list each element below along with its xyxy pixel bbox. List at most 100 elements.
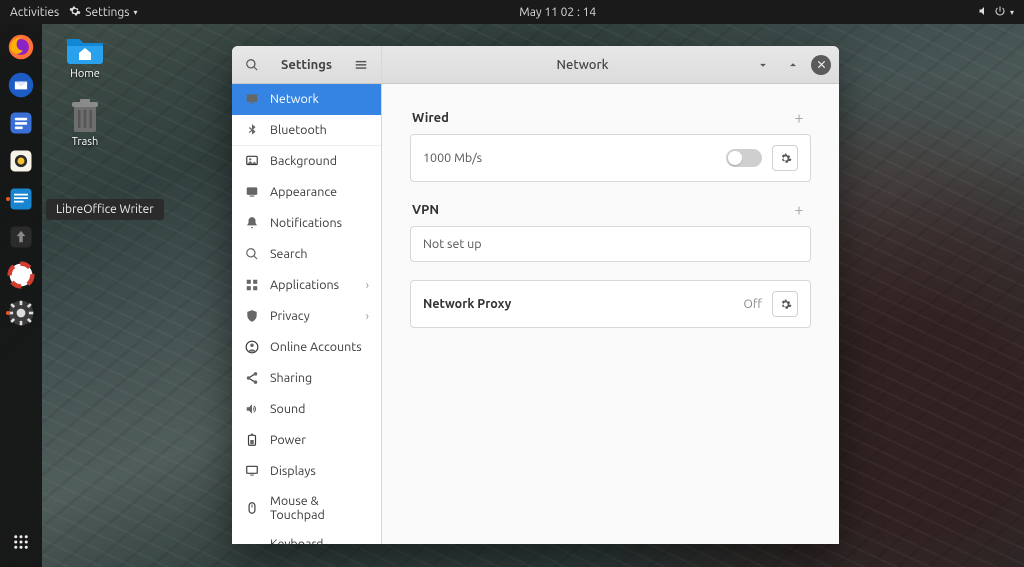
dock-app-rhythmbox[interactable] [4, 144, 38, 178]
sidebar-item-network[interactable]: Network [232, 84, 381, 115]
sidebar-item-label: Displays [270, 464, 316, 478]
sound-icon [244, 401, 260, 417]
mouse-icon [244, 500, 260, 516]
sidebar-item-power[interactable]: Power [232, 425, 381, 456]
software-updater-icon [7, 223, 35, 251]
search-icon [244, 246, 260, 262]
add-wired-button[interactable]: + [789, 108, 809, 128]
rhythmbox-icon [7, 147, 35, 175]
wired-status: 1000 Mb/s [423, 151, 482, 165]
sidebar-item-keyboard-shortcuts[interactable]: Keyboard Shortcuts [232, 530, 381, 544]
desktop-icon-trash[interactable]: Trash [55, 98, 115, 148]
sidebar-item-displays[interactable]: Displays [232, 456, 381, 487]
gear-icon [779, 298, 792, 311]
wired-settings-button[interactable] [772, 145, 798, 171]
privacy-icon [244, 308, 260, 324]
dock-app-libreoffice-writer[interactable] [4, 182, 38, 216]
power-icon [994, 5, 1006, 20]
close-icon [816, 59, 827, 70]
network-panel-content: Wired + 1000 Mb/s VPN + Not set up [382, 84, 839, 544]
sidebar-item-label: Sound [270, 402, 305, 416]
settings-main-panel: Network Wired + 1000 Mb/s VPN + [382, 46, 839, 544]
libreoffice-writer-icon [7, 185, 35, 213]
sidebar-item-label: Search [270, 247, 308, 261]
sidebar-item-bluetooth[interactable]: Bluetooth [232, 115, 381, 146]
firefox-icon [7, 33, 35, 61]
clock-label: May 11 02 : 14 [519, 6, 596, 19]
displays-icon [244, 463, 260, 479]
sharing-icon [244, 370, 260, 386]
appearance-icon [244, 184, 260, 200]
sidebar-item-notifications[interactable]: Notifications [232, 208, 381, 239]
sidebar-item-label: Mouse & Touchpad [270, 494, 369, 522]
thunderbird-icon [7, 71, 35, 99]
wired-section-title: Wired [412, 111, 449, 125]
sidebar-item-privacy[interactable]: Privacy› [232, 301, 381, 332]
settings-window: Settings NetworkBluetooth Background Appea… [232, 46, 839, 544]
volume-icon [978, 5, 990, 20]
chevron-down-icon: ▾ [1010, 8, 1014, 17]
chevron-up-icon [786, 58, 800, 72]
quick-settings-button[interactable]: ▾ [978, 5, 1014, 20]
dock-app-software-updater[interactable] [4, 220, 38, 254]
hamburger-icon [354, 58, 368, 72]
desktop-icons: Home Trash [55, 30, 115, 148]
chevron-right-icon: › [366, 310, 369, 323]
sidebar-item-search[interactable]: Search [232, 239, 381, 270]
wired-toggle[interactable] [726, 149, 762, 167]
background-icon [244, 153, 260, 169]
sidebar-headerbar: Settings [232, 46, 381, 84]
dock-app-help[interactable] [4, 258, 38, 292]
expand-up-button[interactable] [781, 53, 805, 77]
settings-category-list[interactable]: NetworkBluetooth Background Appearance Noti… [232, 84, 381, 544]
sidebar-item-label: Appearance [270, 185, 337, 199]
dock-app-thunderbird[interactable] [4, 68, 38, 102]
show-apps-button[interactable] [4, 525, 38, 559]
activities-button[interactable]: Activities [10, 6, 59, 19]
network-proxy-row[interactable]: Network Proxy Off [410, 280, 811, 328]
close-button[interactable] [811, 55, 831, 75]
plus-icon: + [794, 201, 803, 219]
gear-icon [69, 5, 81, 20]
gear-icon [779, 152, 792, 165]
clock-button[interactable]: May 11 02 : 14 [519, 6, 596, 19]
expand-down-button[interactable] [751, 53, 775, 77]
sidebar-item-appearance[interactable]: Appearance [232, 177, 381, 208]
activities-label: Activities [10, 6, 59, 19]
desktop-icon-trash-label: Trash [72, 136, 99, 148]
bluetooth-icon [244, 122, 260, 138]
sidebar-item-applications[interactable]: Applications› [232, 270, 381, 301]
apps-grid-icon [12, 533, 30, 551]
hamburger-menu-button[interactable] [349, 53, 373, 77]
dock-app-settings[interactable] [4, 296, 38, 330]
vpn-section-title: VPN [412, 203, 439, 217]
wired-connection-row: 1000 Mb/s [410, 134, 811, 182]
proxy-title: Network Proxy [423, 297, 511, 311]
search-button[interactable] [240, 53, 264, 77]
dock-app-files[interactable] [4, 106, 38, 140]
dock-app-firefox[interactable] [4, 30, 38, 64]
keyboard-icon [244, 543, 260, 544]
sidebar-title: Settings [270, 58, 343, 72]
sidebar-item-online-accounts[interactable]: Online Accounts [232, 332, 381, 363]
wired-section-header: Wired + [412, 108, 809, 128]
sidebar-item-mouse-touchpad[interactable]: Mouse & Touchpad [232, 487, 381, 530]
chevron-right-icon: › [366, 279, 369, 292]
sidebar-item-label: Background [270, 154, 337, 168]
proxy-settings-button[interactable] [772, 291, 798, 317]
sidebar-item-background[interactable]: Background [232, 146, 381, 177]
vpn-status: Not set up [423, 237, 482, 251]
desktop-icon-home[interactable]: Home [55, 30, 115, 80]
proxy-state: Off [744, 298, 762, 311]
sidebar-item-sound[interactable]: Sound [232, 394, 381, 425]
trash-icon [65, 98, 105, 134]
dock-tooltip-label: LibreOffice Writer [56, 203, 154, 216]
files-icon [7, 109, 35, 137]
add-vpn-button[interactable]: + [789, 200, 809, 220]
gear-icon [7, 299, 35, 327]
plus-icon: + [794, 109, 803, 127]
desktop-icon-home-label: Home [70, 68, 100, 80]
apps-icon [244, 277, 260, 293]
app-menu-button[interactable]: Settings ▾ [69, 5, 137, 20]
sidebar-item-sharing[interactable]: Sharing [232, 363, 381, 394]
